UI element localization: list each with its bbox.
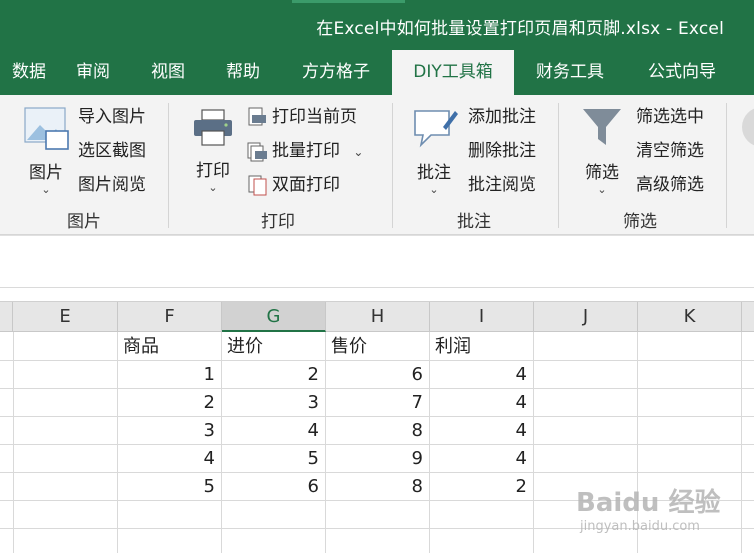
column-header-h[interactable]: H <box>326 302 430 332</box>
tab-finance-tools[interactable]: 财务工具 <box>522 50 618 95</box>
batch-print-icon <box>247 142 267 162</box>
row-header-corner[interactable] <box>0 302 13 332</box>
table-cell[interactable]: 4 <box>118 445 221 473</box>
filter-button[interactable]: 筛选 ⌄ <box>574 105 630 196</box>
chevron-down-icon: ⌄ <box>208 181 218 194</box>
delete-comment-item[interactable]: 删除批注 <box>468 137 536 165</box>
tab-fangfanggezi[interactable]: 方方格子 <box>286 50 386 95</box>
region-screenshot-item[interactable]: 选区截图 <box>78 137 146 165</box>
print-group-label: 打印 <box>261 212 295 232</box>
title-accent <box>292 0 405 3</box>
tab-review[interactable]: 审阅 <box>62 50 124 95</box>
table-cell[interactable]: 1 <box>118 361 221 389</box>
column-header-i[interactable]: I <box>430 302 534 332</box>
baidu-jingyan-watermark: Baidu 经验 jingyan.baidu.com <box>576 482 746 552</box>
picture-browse-item[interactable]: 图片阅览 <box>78 171 146 199</box>
table-cell[interactable]: 3 <box>222 389 325 417</box>
column-header-partial[interactable] <box>742 302 754 332</box>
table-cell[interactable]: 4 <box>430 361 533 389</box>
comment-label: 批注 <box>417 163 451 183</box>
group-divider <box>558 103 559 228</box>
column-header-e[interactable]: E <box>13 302 118 332</box>
filter-group-label: 筛选 <box>623 212 657 232</box>
chevron-down-icon[interactable]: ⌄ <box>353 145 363 159</box>
funnel-icon <box>583 109 621 145</box>
table-cell[interactable]: 5 <box>222 445 325 473</box>
formula-bar-area[interactable] <box>0 235 754 288</box>
duplex-print-icon <box>248 175 267 196</box>
header-cell-cost[interactable]: 进价 <box>222 333 325 361</box>
grid-line <box>13 332 14 553</box>
column-header-j[interactable]: J <box>534 302 638 332</box>
column-header-k[interactable]: K <box>638 302 742 332</box>
tab-data[interactable]: 数据 <box>0 50 58 95</box>
header-cell-profit[interactable]: 利润 <box>430 333 533 361</box>
window-title: 在Excel中如何批量设置打印页眉和页脚.xlsx - Excel <box>316 19 724 39</box>
picture-button[interactable]: 图片 ⌄ <box>18 105 74 196</box>
table-cell[interactable]: 3 <box>118 417 221 445</box>
table-cell[interactable]: 2 <box>222 361 325 389</box>
group-divider <box>392 103 393 228</box>
tab-view[interactable]: 视图 <box>137 50 199 95</box>
print-current-page-label: 打印当前页 <box>272 107 357 127</box>
filter-selected-item[interactable]: 筛选选中 <box>636 103 704 131</box>
print-current-page-item[interactable]: 打印当前页 <box>246 103 357 131</box>
table-cell[interactable]: 6 <box>222 473 325 501</box>
table-cell[interactable]: 4 <box>222 417 325 445</box>
title-bar: 在Excel中如何批量设置打印页眉和页脚.xlsx - Excel <box>0 0 754 50</box>
table-cell[interactable]: 9 <box>326 445 429 473</box>
table-cell[interactable]: 7 <box>326 389 429 417</box>
chevron-down-icon: ⌄ <box>597 183 607 196</box>
comment-group-label: 批注 <box>457 212 491 232</box>
chevron-down-icon: ⌄ <box>41 183 51 196</box>
table-cell[interactable]: 8 <box>326 473 429 501</box>
table-cell[interactable]: 2 <box>430 473 533 501</box>
group-divider <box>726 103 727 228</box>
column-header-f[interactable]: F <box>118 302 222 332</box>
comment-icon <box>414 110 458 148</box>
table-cell[interactable]: 4 <box>430 445 533 473</box>
partial-ribbon-button-icon[interactable] <box>742 107 754 147</box>
table-cell[interactable]: 2 <box>118 389 221 417</box>
print-label: 打印 <box>196 161 230 181</box>
table-cell[interactable]: 5 <box>118 473 221 501</box>
print-button[interactable]: 打印 ⌄ <box>186 107 240 194</box>
duplex-print-label: 双面打印 <box>272 175 340 195</box>
ribbon-tabs: 数据 审阅 视图 帮助 方方格子 DIY工具箱 财务工具 公式向导 <box>0 50 754 95</box>
ribbon: 图片 ⌄ 导入图片 选区截图 图片阅览 图片 打印 ⌄ 打印当前页 批量打印 ⌄ <box>0 95 754 235</box>
batch-print-label: 批量打印 <box>272 141 340 161</box>
column-header-g[interactable]: G <box>222 302 326 332</box>
watermark-url: jingyan.baidu.com <box>580 519 700 534</box>
import-picture-item[interactable]: 导入图片 <box>78 103 146 131</box>
picture-label: 图片 <box>29 163 63 183</box>
print-page-icon <box>248 107 266 126</box>
comment-button[interactable]: 批注 ⌄ <box>406 105 462 196</box>
printer-icon <box>194 109 232 146</box>
advanced-filter-item[interactable]: 高级筛选 <box>636 171 704 199</box>
tab-formula-wizard[interactable]: 公式向导 <box>632 50 732 95</box>
chevron-down-icon: ⌄ <box>429 183 439 196</box>
grid-line <box>533 332 534 553</box>
table-cell[interactable]: 8 <box>326 417 429 445</box>
table-cell[interactable]: 4 <box>430 417 533 445</box>
add-comment-item[interactable]: 添加批注 <box>468 103 536 131</box>
picture-group-label: 图片 <box>67 212 101 232</box>
clear-filter-item[interactable]: 清空筛选 <box>636 137 704 165</box>
tab-help[interactable]: 帮助 <box>212 50 274 95</box>
tab-diy-toolbox[interactable]: DIY工具箱 <box>392 50 514 95</box>
grid-top-strip <box>0 288 754 302</box>
batch-print-item[interactable]: 批量打印 ⌄ <box>246 137 363 165</box>
duplex-print-item[interactable]: 双面打印 <box>246 171 340 199</box>
table-cell[interactable]: 6 <box>326 361 429 389</box>
table-cell[interactable]: 4 <box>430 389 533 417</box>
comment-browse-item[interactable]: 批注阅览 <box>468 171 536 199</box>
watermark-logo: Baidu 经验 <box>576 488 721 518</box>
filter-label: 筛选 <box>585 163 619 183</box>
header-cell-product[interactable]: 商品 <box>118 333 221 361</box>
header-cell-price[interactable]: 售价 <box>326 333 429 361</box>
group-divider <box>168 103 169 228</box>
picture-icon <box>24 107 69 150</box>
